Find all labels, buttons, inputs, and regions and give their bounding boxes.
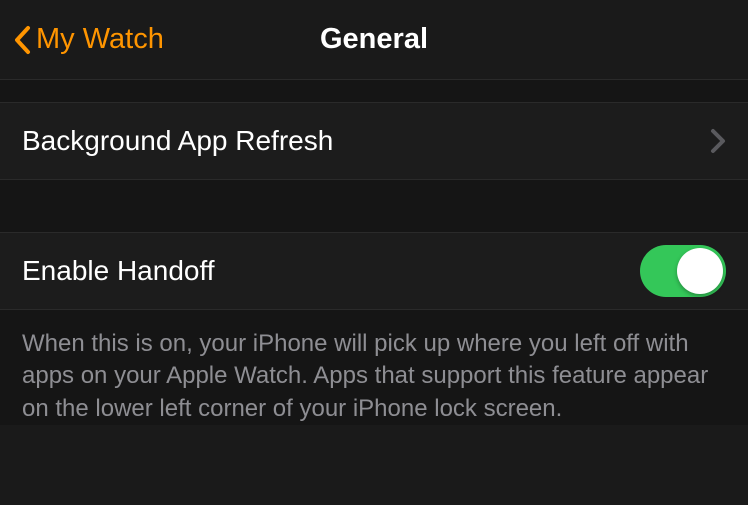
toggle-knob <box>677 248 723 294</box>
section-separator <box>0 80 748 102</box>
row-label: Enable Handoff <box>22 255 215 287</box>
background-app-refresh-row[interactable]: Background App Refresh <box>0 102 748 180</box>
chevron-left-icon <box>12 23 32 57</box>
section-separator <box>0 180 748 232</box>
back-button[interactable]: My Watch <box>0 23 164 57</box>
chevron-right-icon <box>710 128 726 154</box>
enable-handoff-toggle[interactable] <box>640 245 726 297</box>
handoff-description: When this is on, your iPhone will pick u… <box>0 310 748 425</box>
back-label: My Watch <box>36 23 164 56</box>
enable-handoff-row: Enable Handoff <box>0 232 748 310</box>
navigation-header: My Watch General <box>0 0 748 80</box>
row-label: Background App Refresh <box>22 125 333 157</box>
